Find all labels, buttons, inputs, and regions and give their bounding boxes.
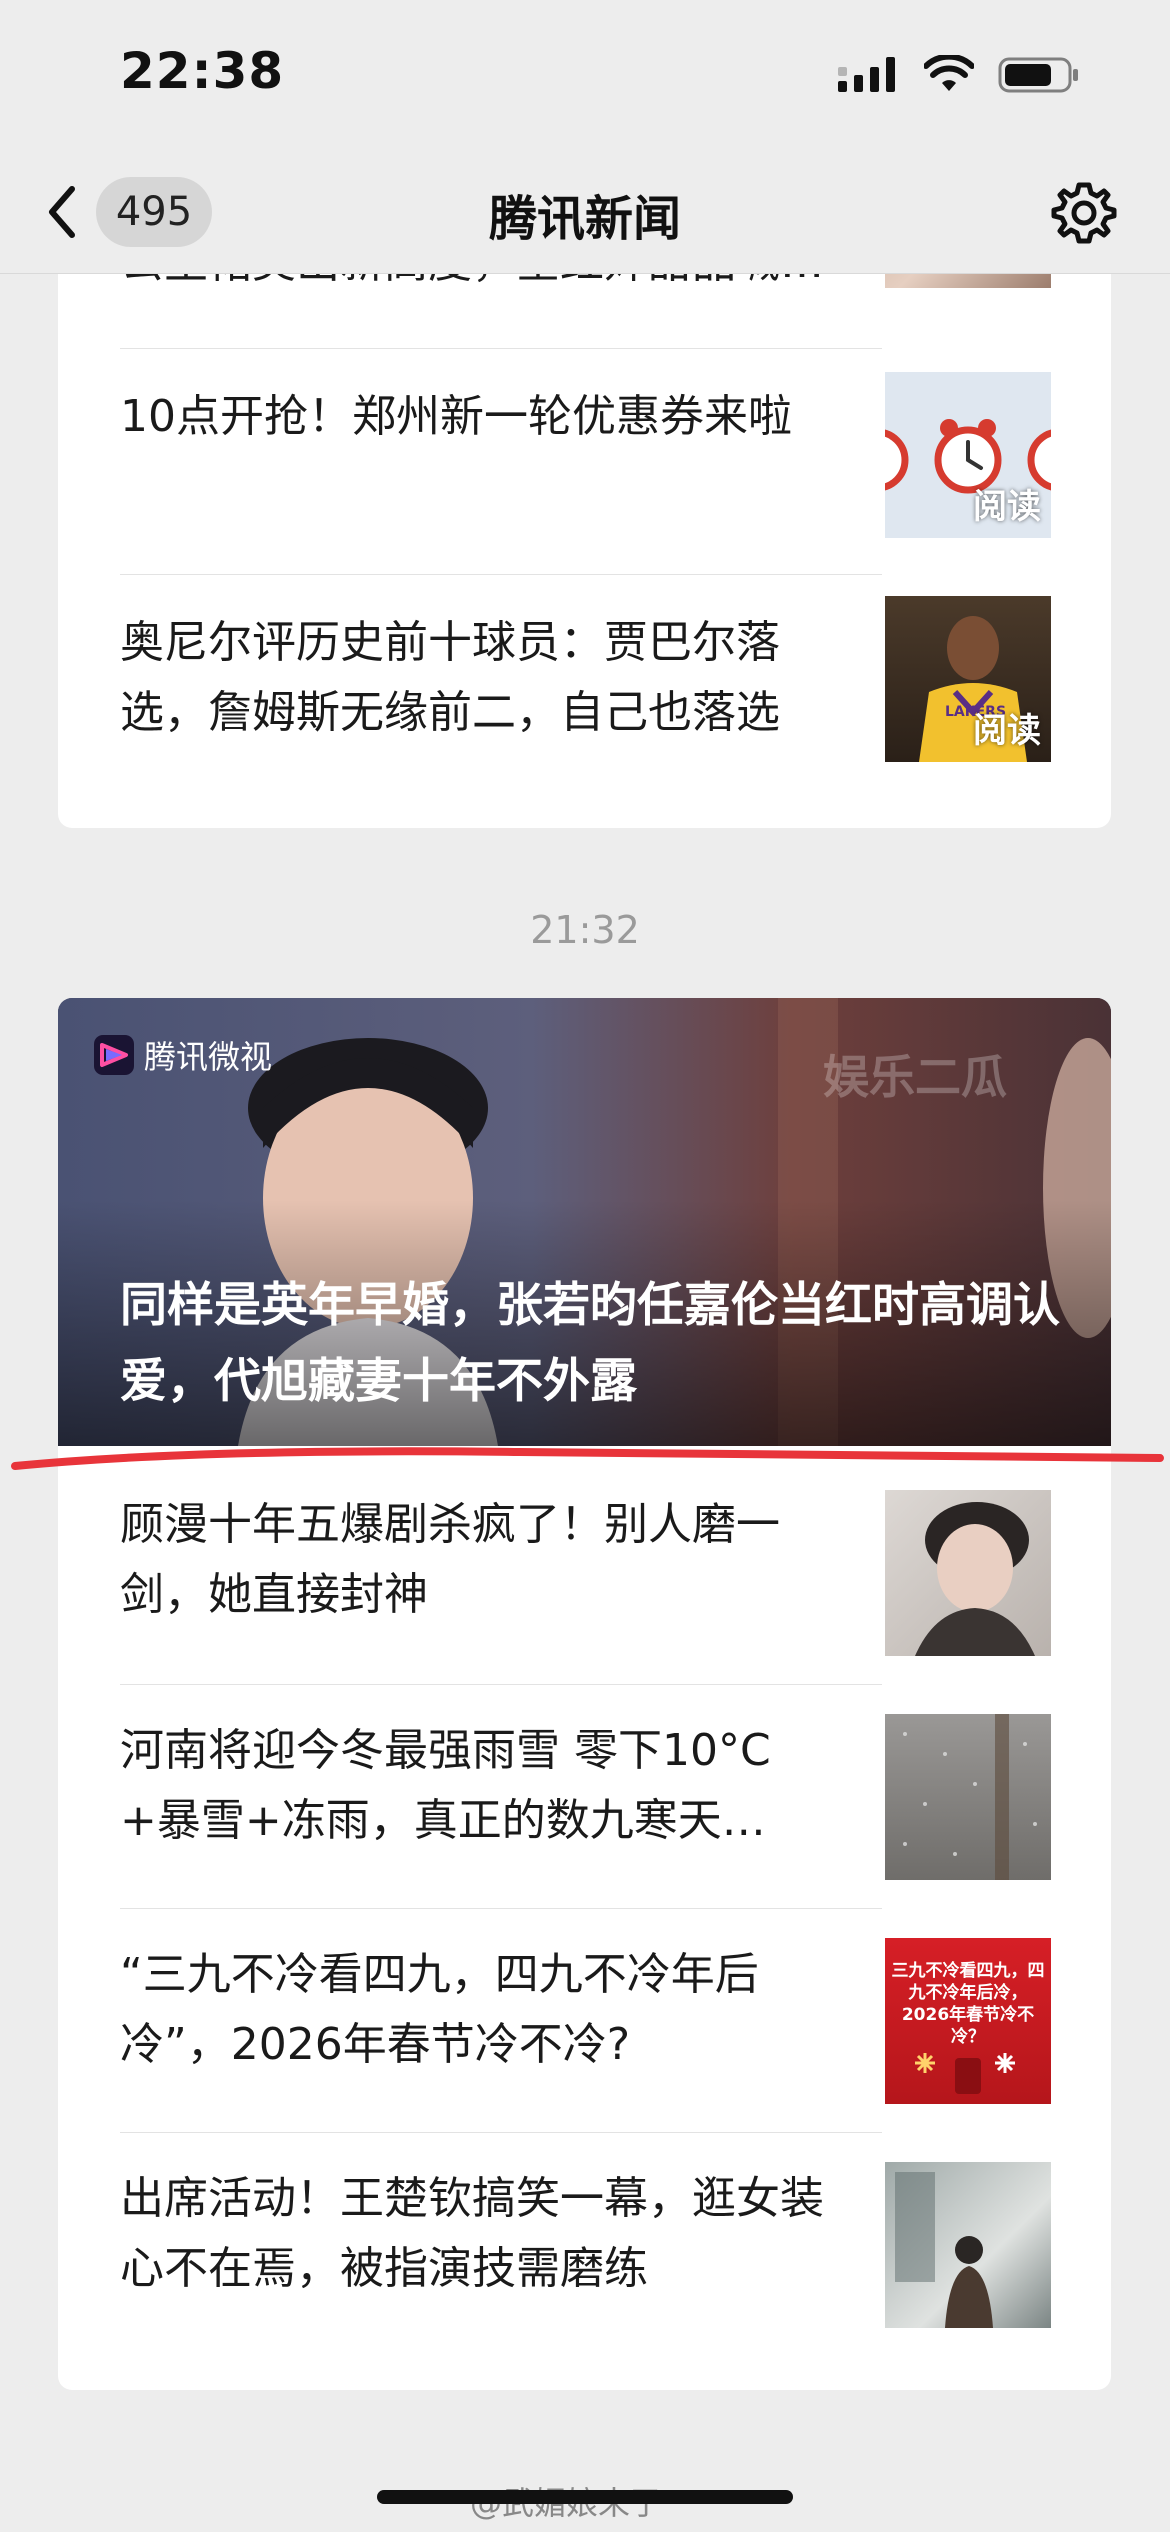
tencent-weishi-logo: 腾讯微视 bbox=[94, 1032, 272, 1078]
divider bbox=[120, 1684, 882, 1685]
fireworks-icon bbox=[915, 2053, 1015, 2094]
hero-image-watermark: 娱乐二瓜 bbox=[823, 1050, 1007, 1104]
news-thumbnail: LAKERS 阅读 bbox=[885, 596, 1051, 762]
settings-gear-icon[interactable] bbox=[1050, 179, 1118, 247]
timestamp: 21:32 bbox=[530, 908, 640, 952]
news-item-title: 顾漫十年五爆剧杀疯了！别人磨一剑，她直接封神 bbox=[120, 1499, 780, 1620]
news-item[interactable]: 奥尼尔评历史前十球员：贾巴尔落选，詹姆斯无缘前二，自己也落选 LAKERS 阅读 bbox=[120, 594, 1051, 764]
event-photo-image bbox=[895, 2172, 993, 2328]
red-annotation-underline bbox=[11, 1447, 1164, 1470]
news-thumbnail bbox=[885, 1490, 1051, 1656]
news-item-title: 10点开抢！郑州新一轮优惠券来啦 bbox=[120, 391, 792, 442]
news-thumbnail: 三九不冷看四九，四九不冷年后冷，2026年春节冷不冷？ bbox=[885, 1938, 1051, 2104]
news-card-top: 公主裙美出新高度，全红婵甜品喊… 10点开抢！郑州新一轮优惠券来啦 阅读 奥尼尔… bbox=[58, 230, 1111, 828]
snow-scene-image bbox=[903, 1714, 1037, 1880]
read-label: 阅读 bbox=[973, 711, 1041, 751]
news-thumbnail: 阅读 bbox=[885, 372, 1051, 538]
news-item-title: 奥尼尔评历史前十球员：贾巴尔落选，詹姆斯无缘前二，自己也落选 bbox=[120, 617, 780, 738]
news-item[interactable]: 10点开抢！郑州新一轮优惠券来啦 阅读 bbox=[120, 370, 1051, 540]
divider bbox=[120, 574, 882, 575]
status-bar: 22:38 bbox=[0, 0, 1170, 155]
wifi-icon bbox=[924, 55, 974, 91]
news-item[interactable]: 顾漫十年五爆剧杀疯了！别人磨一剑，她直接封神 bbox=[120, 1490, 1051, 1660]
read-label: 阅读 bbox=[973, 487, 1041, 527]
news-card-bottom: 娱乐二瓜 腾讯微视 同样是英年早婚，张若昀任嘉伦当红时高调认爱，代旭藏妻十年不外… bbox=[58, 998, 1111, 2390]
divider bbox=[120, 2132, 882, 2133]
divider bbox=[120, 1908, 882, 1909]
cellular-signal-icon bbox=[838, 57, 895, 92]
news-thumbnail bbox=[885, 1714, 1051, 1880]
actor-portrait-image bbox=[915, 1502, 1035, 1656]
hero-brand-name: 腾讯微视 bbox=[144, 1038, 273, 1076]
news-item-title: 出席活动！王楚钦搞笑一幕，逛女装心不在焉，被指演技需磨练 bbox=[120, 2173, 824, 2294]
hero-title: 同样是英年早婚，张若昀任嘉伦当红时高调认爱，代旭藏妻十年不外露 bbox=[120, 1278, 1060, 1409]
news-item[interactable]: 河南将迎今冬最强雨雪 零下10°C +暴雪+冻雨，真正的数九寒天… bbox=[120, 1714, 1051, 1884]
status-time: 22:38 bbox=[120, 42, 285, 100]
news-item[interactable]: “三九不冷看四九，四九不冷年后冷”，2026年春节冷不冷? 三九不冷看四九，四九… bbox=[120, 1938, 1051, 2108]
battery-icon bbox=[998, 57, 1078, 93]
weishi-logo-icon bbox=[94, 1035, 134, 1075]
hero-news[interactable]: 娱乐二瓜 腾讯微视 同样是英年早婚，张若昀任嘉伦当红时高调认爱，代旭藏妻十年不外… bbox=[58, 998, 1111, 1446]
divider bbox=[120, 348, 882, 349]
status-icons bbox=[838, 55, 1080, 95]
navigation-bar: 495 腾讯新闻 bbox=[0, 155, 1170, 274]
news-item[interactable]: 出席活动！王楚钦搞笑一幕，逛女装心不在焉，被指演技需磨练 bbox=[120, 2162, 1051, 2332]
news-thumbnail bbox=[885, 2162, 1051, 2328]
news-item-title: 河南将迎今冬最强雨雪 零下10°C +暴雪+冻雨，真正的数九寒天… bbox=[120, 1725, 771, 1846]
news-item-title: “三九不冷看四九，四九不冷年后冷”，2026年春节冷不冷? bbox=[120, 1949, 759, 2070]
home-indicator[interactable] bbox=[377, 2490, 793, 2504]
page-title: 腾讯新闻 bbox=[488, 191, 681, 247]
